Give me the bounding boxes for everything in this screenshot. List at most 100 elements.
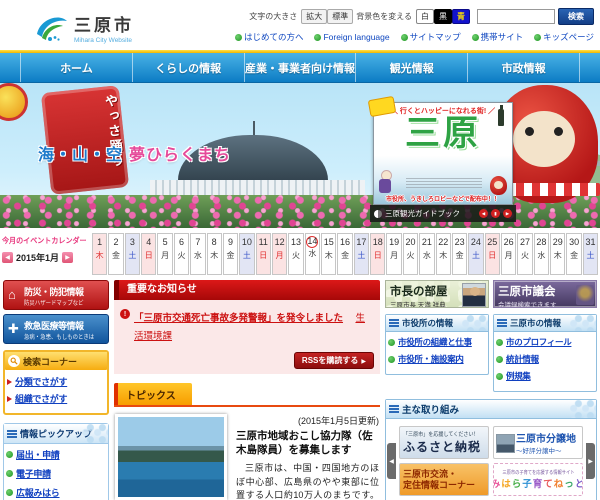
nav-item-0[interactable]: ホーム [20,53,132,82]
menu-icon [7,430,17,438]
slide-prev-button[interactable]: ◀ [479,209,488,218]
bousai-button[interactable]: ⌂ 防災・防犯情報 防災ハザードマップなど [3,280,109,310]
calendar-day-18[interactable]: 18日 [370,233,385,275]
pickup-box: 情報ピックアップ 届出・申請電子申請広報みはら三原市チャンネル公共施設案内・予約 [3,423,109,500]
calendar-day-20[interactable]: 20火 [403,233,418,275]
green-bullet-icon [6,451,13,458]
guidebook-slide[interactable]: 行くとハッピーになれる街! 三原 市役所、うきしろロビーなどで配布中！！ [373,102,513,205]
calendar-day-3[interactable]: 3土 [125,233,140,275]
left-sidebar: ⌂ 防災・防犯情報 防災ハザードマップなど ✚ 救急医療等情報 急病・急患、もし… [3,280,109,500]
topics-header: トピックス [114,383,380,407]
calendar-day-4[interactable]: 4日 [141,233,156,275]
article-title-link[interactable]: 三原市地域おこし協力隊（佐木島隊員）を募集します [236,429,379,457]
calendar-weekday: 土 [126,250,139,262]
initiative-banner-kosodate[interactable]: 三原市の子育てを応援する情報サイトみはら子育てねっと [493,463,583,496]
calendar-prev-button[interactable]: ◀ [2,252,13,263]
calendar-day-24[interactable]: 24土 [468,233,483,275]
green-bullet-icon [388,339,395,346]
cityinfo-link-1[interactable]: 統計情報 [506,353,539,365]
main-nav: ホームくらしの情報産業・事業者向け情報観光情報市政情報 [0,53,600,83]
calendar-day-1[interactable]: 1木 [92,233,107,275]
calendar-day-6[interactable]: 6火 [174,233,189,275]
calendar-day-26[interactable]: 26月 [501,233,516,275]
quick-link-4[interactable]: キッズページ [534,31,594,43]
cityhall-link-1[interactable]: 市役所・施設案内 [398,353,464,365]
search-button[interactable]: 検索 [558,8,594,25]
cityinfo-link-0[interactable]: 市のプロフィール [506,336,571,348]
calendar-day-27[interactable]: 27火 [517,233,532,275]
calendar-day-31[interactable]: 31土 [583,233,598,275]
calendar-day-7[interactable]: 7水 [190,233,205,275]
pickup-link-0[interactable]: 届出・申請 [16,448,60,461]
menu-icon [389,405,399,413]
font-enlarge-button[interactable]: 拡大 [301,9,327,24]
calendar-day-9[interactable]: 9金 [223,233,238,275]
slide-next-button[interactable]: ▶ [503,209,512,218]
calendar-day-16[interactable]: 16金 [337,233,352,275]
bg-blue-button[interactable]: 青 [452,9,470,24]
nav-item-1[interactable]: くらしの情報 [132,53,244,82]
calendar-day-17[interactable]: 17土 [354,233,369,275]
calendar-day-23[interactable]: 23金 [452,233,467,275]
calendar-day-21[interactable]: 21水 [419,233,434,275]
mayor-banner[interactable]: 市長の部屋 三原市長 天満 祥典 [385,280,489,308]
search-input[interactable] [477,9,555,24]
quick-link-2[interactable]: サイトマップ [401,31,461,43]
calendar-weekday: 日 [486,250,499,262]
calendar-day-22[interactable]: 22木 [436,233,451,275]
nav-item-2[interactable]: 産業・事業者向け情報 [244,53,356,82]
calendar-day-28[interactable]: 28水 [534,233,549,275]
calendar-day-15[interactable]: 15木 [321,233,336,275]
initiative-banner-furusato[interactable]: 「三原市」を応援してください！ふるさと納税 [399,426,489,459]
initiative-banner-koryu[interactable]: 三原市交流・定住情報コーナー [399,463,489,496]
calendar-day-25[interactable]: 25日 [485,233,500,275]
notice-link[interactable]: 「三原市交通死亡事故多発警報」を発令しました [134,313,343,324]
initiatives-prev-button[interactable]: ◀ [387,443,396,479]
site-header: 三原市 Mihara City Website 文字の大きさ 拡大標準 背景色を… [0,0,600,50]
calendar-day-11[interactable]: 11日 [256,233,271,275]
kyukyu-button[interactable]: ✚ 救急医療等情報 急病・急患、もしものときは [3,314,109,344]
calendar-day-12[interactable]: 12月 [272,233,287,275]
menu-icon [389,319,399,327]
bg-black-button[interactable]: 黒 [434,9,452,24]
initiatives-next-button[interactable]: ▶ [586,443,595,479]
rss-button[interactable]: RSSを購読する [294,352,374,369]
nav-item-3[interactable]: 観光情報 [355,53,467,82]
calendar-day-10[interactable]: 10土 [239,233,254,275]
nav-item-4[interactable]: 市政情報 [467,53,580,82]
calendar-day-5[interactable]: 5月 [157,233,172,275]
calendar-weekday: 水 [420,250,433,262]
pickup-link-2[interactable]: 広報みはら [16,486,60,499]
calendar-day-14[interactable]: 14水 [305,233,320,275]
calendar-next-button[interactable]: ▶ [62,252,73,263]
cityhall-link-0[interactable]: 市役所の組織と仕事 [398,336,472,348]
calendar-day-number: 13 [290,236,301,250]
calendar-day-13[interactable]: 13火 [288,233,303,275]
pickup-link-1[interactable]: 電子申請 [16,467,51,480]
quick-link-1[interactable]: Foreign language [314,31,389,43]
right-sidebar: 市長の部屋 三原市長 天満 祥典 三原市議会 会議録検索できます 市役所の情報 … [385,280,597,500]
green-bullet-icon [472,34,479,41]
bg-white-button[interactable]: 白 [416,9,434,24]
slide-title: 三原 [374,116,512,151]
calendar-day-29[interactable]: 29木 [550,233,565,275]
slide-caption-bar: 三原観光ガイドブック ◀ ▮ ▶ [370,205,516,222]
calendar-day-30[interactable]: 30金 [566,233,581,275]
search-corner-link-1[interactable]: 組織でさがす [15,392,67,405]
calendar-day-19[interactable]: 19月 [386,233,401,275]
slide-pause-button[interactable]: ▮ [491,209,500,218]
article-body: 三原市は、中国・四国地方のほぼ中心部、広島県のやや東部に位置する人口約10万人の… [236,462,379,500]
council-banner[interactable]: 三原市議会 会議録検索できます [493,280,597,308]
calendar-day-number: 17 [356,236,367,250]
font-size-label: 文字の大きさ [249,11,297,22]
quick-link-0[interactable]: はじめての方へ [235,31,304,43]
calendar-day-2[interactable]: 2金 [108,233,123,275]
quick-link-3[interactable]: 携帯サイト [472,31,524,43]
cityinfo-link-2[interactable]: 例規集 [506,370,531,382]
calendar-day-8[interactable]: 8木 [207,233,222,275]
search-corner-link-0[interactable]: 分類でさがす [15,375,67,388]
font-standard-button[interactable]: 標準 [327,9,353,24]
initiative-banner-bunjo[interactable]: 三原市分譲地～好評分譲中～ [493,426,583,459]
site-logo[interactable]: 三原市 Mihara City Website [34,4,134,50]
calendar-weekday: 水 [306,248,319,260]
